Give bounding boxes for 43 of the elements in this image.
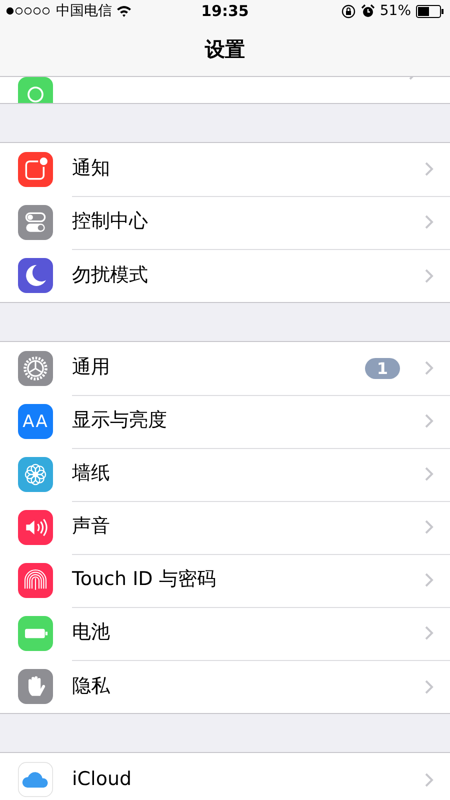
chevron-icon	[424, 161, 434, 177]
battery-icon	[416, 4, 444, 18]
settings-row[interactable]: Touch ID 与密码	[0, 554, 450, 607]
chevron-icon	[424, 519, 434, 535]
settings-row[interactable]: 电池	[0, 607, 450, 660]
fingerprint-icon	[18, 563, 53, 598]
rotation-lock-icon	[340, 4, 356, 18]
chevron-icon	[424, 360, 434, 376]
moon-icon	[18, 258, 53, 293]
flower-icon	[18, 457, 53, 492]
settings-row[interactable]: 墙纸	[0, 448, 450, 501]
settings-row[interactable]: 声音	[0, 501, 450, 554]
settings-row[interactable]: 勿扰模式	[0, 249, 450, 302]
cloud-icon	[18, 762, 53, 797]
settings-row[interactable]: 隐私	[0, 660, 450, 713]
chevron-icon	[424, 268, 434, 284]
count-badge: 1	[364, 358, 400, 378]
wifi-icon	[116, 5, 132, 17]
nav-title: 设置	[205, 36, 245, 62]
settings-icon	[18, 351, 53, 386]
carrier-name: 中国电信	[56, 2, 112, 20]
settings-row[interactable]: 通用 1	[0, 342, 450, 395]
settings-row[interactable]: iCloud	[0, 753, 450, 800]
speaker-icon	[18, 510, 53, 545]
text-size-icon: AA	[18, 404, 53, 439]
toggles-icon	[18, 205, 53, 240]
settings-row[interactable]: 控制中心	[0, 196, 450, 249]
signal-icon	[6, 7, 52, 15]
chevron-icon	[424, 678, 434, 694]
chevron-icon	[424, 625, 434, 641]
settings-row[interactable]: 通知	[0, 143, 450, 196]
battery-icon	[18, 616, 53, 651]
chevron-icon	[424, 572, 434, 588]
notification-icon	[18, 152, 53, 187]
chevron-icon	[424, 466, 434, 482]
alarm-clock-icon	[360, 4, 375, 18]
hand-icon	[18, 669, 53, 704]
settings-row[interactable]: AA 显示与亮度	[0, 395, 450, 448]
status-time: 19:35	[201, 2, 249, 20]
chevron-icon	[424, 214, 434, 230]
chevron-icon	[424, 772, 434, 788]
battery-percent: 51%	[380, 3, 411, 19]
chevron-icon	[424, 413, 434, 429]
